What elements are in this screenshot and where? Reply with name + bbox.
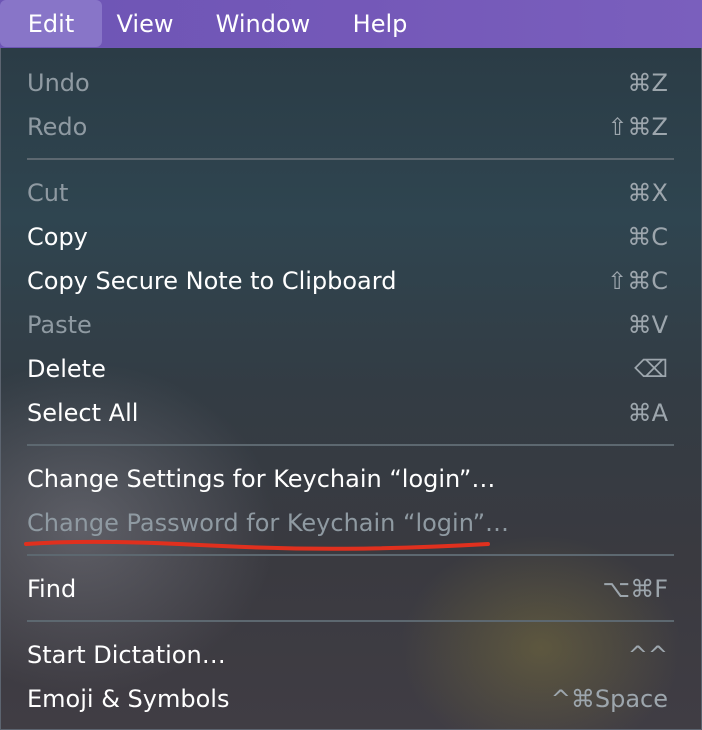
menu-item-shortcut: ⌘C [627,223,668,251]
menu-item-redo[interactable]: Redo ⇧⌘Z [0,105,702,149]
menu-item-shortcut: ^⌘Space [550,685,668,713]
menubar-view[interactable]: View [104,0,186,48]
menu-item-label: Undo [27,69,90,97]
menu-item-select-all[interactable]: Select All ⌘A [0,391,702,435]
menubar-window[interactable]: Window [202,0,324,48]
menu-item-shortcut: ⌘Z [627,69,668,97]
menu-item-shortcut: ⌥⌘F [602,575,668,603]
menu-item-shortcut: ^^ [627,641,668,669]
menu-item-copy-secure-note[interactable]: Copy Secure Note to Clipboard ⇧⌘C [0,259,702,303]
menu-item-shortcut: ⌘A [627,399,668,427]
menubar-edit[interactable]: Edit [0,0,102,47]
menu-item-shortcut: ⇧⌘Z [607,113,668,141]
menu-item-shortcut: ⌘V [627,311,668,339]
menubar-help[interactable]: Help [338,0,422,48]
menu-item-change-keychain-settings[interactable]: Change Settings for Keychain “login”… [0,457,702,501]
menu-item-copy[interactable]: Copy ⌘C [0,215,702,259]
menu-bar: Edit View Window Help [0,0,702,48]
menu-item-label: Cut [27,179,69,207]
menu-item-shortcut: ⌘X [627,179,668,207]
menu-item-delete[interactable]: Delete ⌫ [0,347,702,391]
menu-item-label: Copy Secure Note to Clipboard [27,267,397,295]
menu-item-label: Start Dictation… [27,641,226,669]
menu-item-start-dictation[interactable]: Start Dictation… ^^ [0,633,702,677]
menu-item-label: Redo [27,113,88,141]
menu-separator [27,620,674,622]
menu-item-label: Select All [27,399,139,427]
menu-item-find[interactable]: Find ⌥⌘F [0,567,702,611]
menu-item-label: Copy [27,223,88,251]
menu-item-label: Emoji & Symbols [27,685,230,713]
menu-item-emoji-symbols[interactable]: Emoji & Symbols ^⌘Space [0,677,702,721]
menu-separator [27,554,674,556]
menu-item-shortcut: ⇧⌘C [607,267,668,295]
menu-item-label: Delete [27,355,106,383]
menu-item-paste[interactable]: Paste ⌘V [0,303,702,347]
menu-item-label: Change Settings for Keychain “login”… [27,465,496,493]
menu-separator [27,444,674,446]
menu-item-label: Find [27,575,77,603]
menu-separator [27,158,674,160]
menu-item-cut[interactable]: Cut ⌘X [0,171,702,215]
menu-item-undo[interactable]: Undo ⌘Z [0,61,702,105]
delete-key-icon: ⌫ [634,355,668,383]
menu-item-label: Paste [27,311,92,339]
